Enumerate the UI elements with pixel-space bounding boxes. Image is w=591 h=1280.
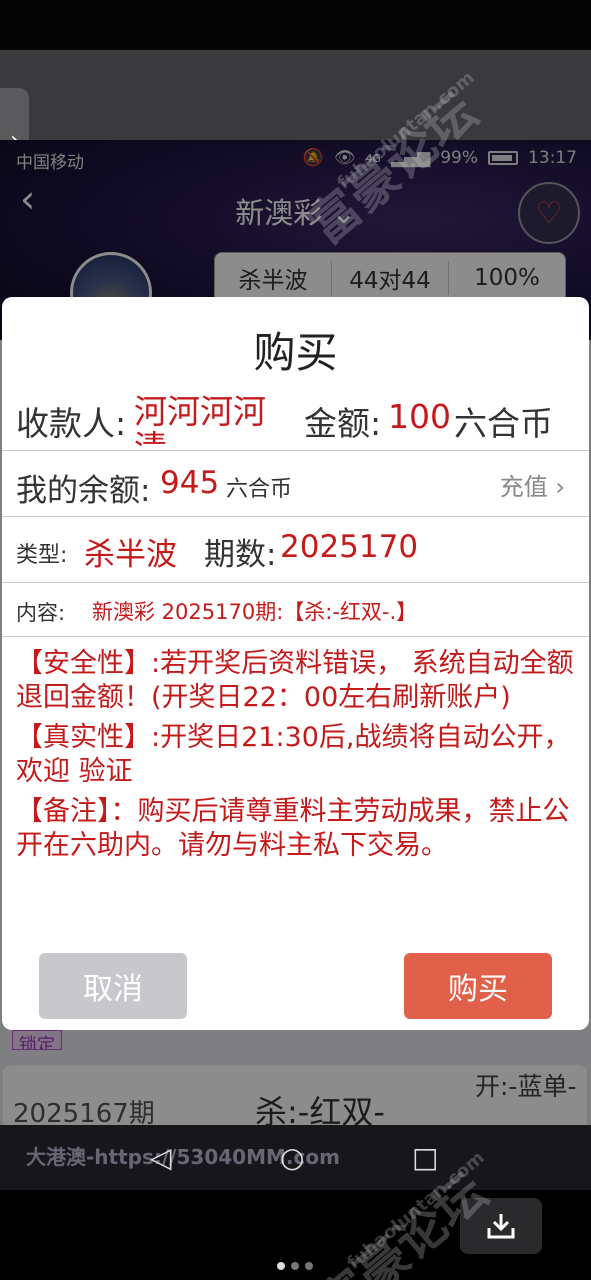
balance-unit: 六合币 [226, 477, 293, 502]
note-remark: 【备注】：购买后请尊重料主劳动成果，禁止公开在六助内。请勿与料主私下交易。 [16, 796, 570, 861]
note-truth: 【真实性】:开奖日21:30后,战绩将自动公开，欢迎 验证 [16, 722, 571, 787]
page-dot [305, 1262, 313, 1270]
page-indicator [277, 1262, 313, 1270]
note-safety: 【安全性】:若开奖后资料错误， 系统自动全额退回金额！(开奖日22：00左右刷新… [16, 648, 574, 713]
system-nav-bar: 大港澳-https://53040MM.com ◁ ○ □ [0, 1125, 591, 1190]
content-label: 内容: [16, 601, 66, 625]
home-nav-icon[interactable]: ○ [280, 1141, 304, 1174]
viewer-bottom-bar [0, 1190, 591, 1280]
amount-label: 金额: [304, 404, 382, 443]
amount-unit: 六合币 [454, 404, 553, 443]
phone-screen: 中国移动 🔕 👁 4G ▂▄▆ 99% 13:17 ‹ 新澳彩 ⌄ ♡ 杀半波 … [0, 140, 591, 1190]
download-icon [487, 1214, 515, 1239]
page-dot [291, 1262, 299, 1270]
payee-row: 收款人: 河河河河清 金额: 100 六合币 [2, 389, 589, 451]
screen: › 中国移动 🔕 👁 4G ▂▄▆ 99% 13:17 ‹ 新澳彩 ⌄ ♡ 杀半… [0, 0, 591, 1280]
top-bar [0, 0, 591, 50]
content-row: 内容: 新澳彩 2025170期:【杀:-红双-.】 [2, 585, 589, 637]
cancel-button[interactable]: 取消 [39, 953, 187, 1019]
balance-row: 我的余额: 945 六合币 充值 › [2, 453, 589, 517]
period-value: 2025170 [280, 529, 419, 565]
balance-label: 我的余额: [16, 473, 151, 509]
buy-button[interactable]: 购买 [404, 953, 552, 1019]
type-value: 杀半波 [84, 537, 177, 573]
type-label: 类型: [16, 543, 68, 568]
period-label: 期数: [204, 537, 277, 573]
amount-value: 100 [388, 397, 451, 436]
content-value: 新澳彩 2025170期:【杀:-红双-.】 [92, 600, 418, 624]
recharge-link[interactable]: 充值 › [500, 467, 565, 502]
recharge-label: 充值 [499, 473, 548, 501]
balance-value: 945 [160, 465, 220, 501]
type-row: 类型: 杀半波 期数: 2025170 [2, 519, 589, 583]
purchase-dialog: 购买 收款人: 河河河河清 金额: 100 六合币 我的余额: 945 六合币 … [2, 297, 589, 1030]
dialog-title: 购买 [253, 328, 338, 377]
payee-value: 河河河河清 [134, 394, 266, 446]
notice-text: 【安全性】:若开奖后资料错误， 系统自动全额退回金额！(开奖日22：00左右刷新… [16, 647, 582, 869]
back-nav-icon[interactable]: ◁ [150, 1141, 172, 1174]
payee-label: 收款人: [16, 404, 127, 443]
page-dot [277, 1262, 285, 1270]
chevron-right-icon: › [555, 473, 565, 501]
download-button[interactable] [460, 1198, 542, 1254]
recents-nav-icon[interactable]: □ [412, 1141, 438, 1174]
gray-band [0, 50, 591, 140]
